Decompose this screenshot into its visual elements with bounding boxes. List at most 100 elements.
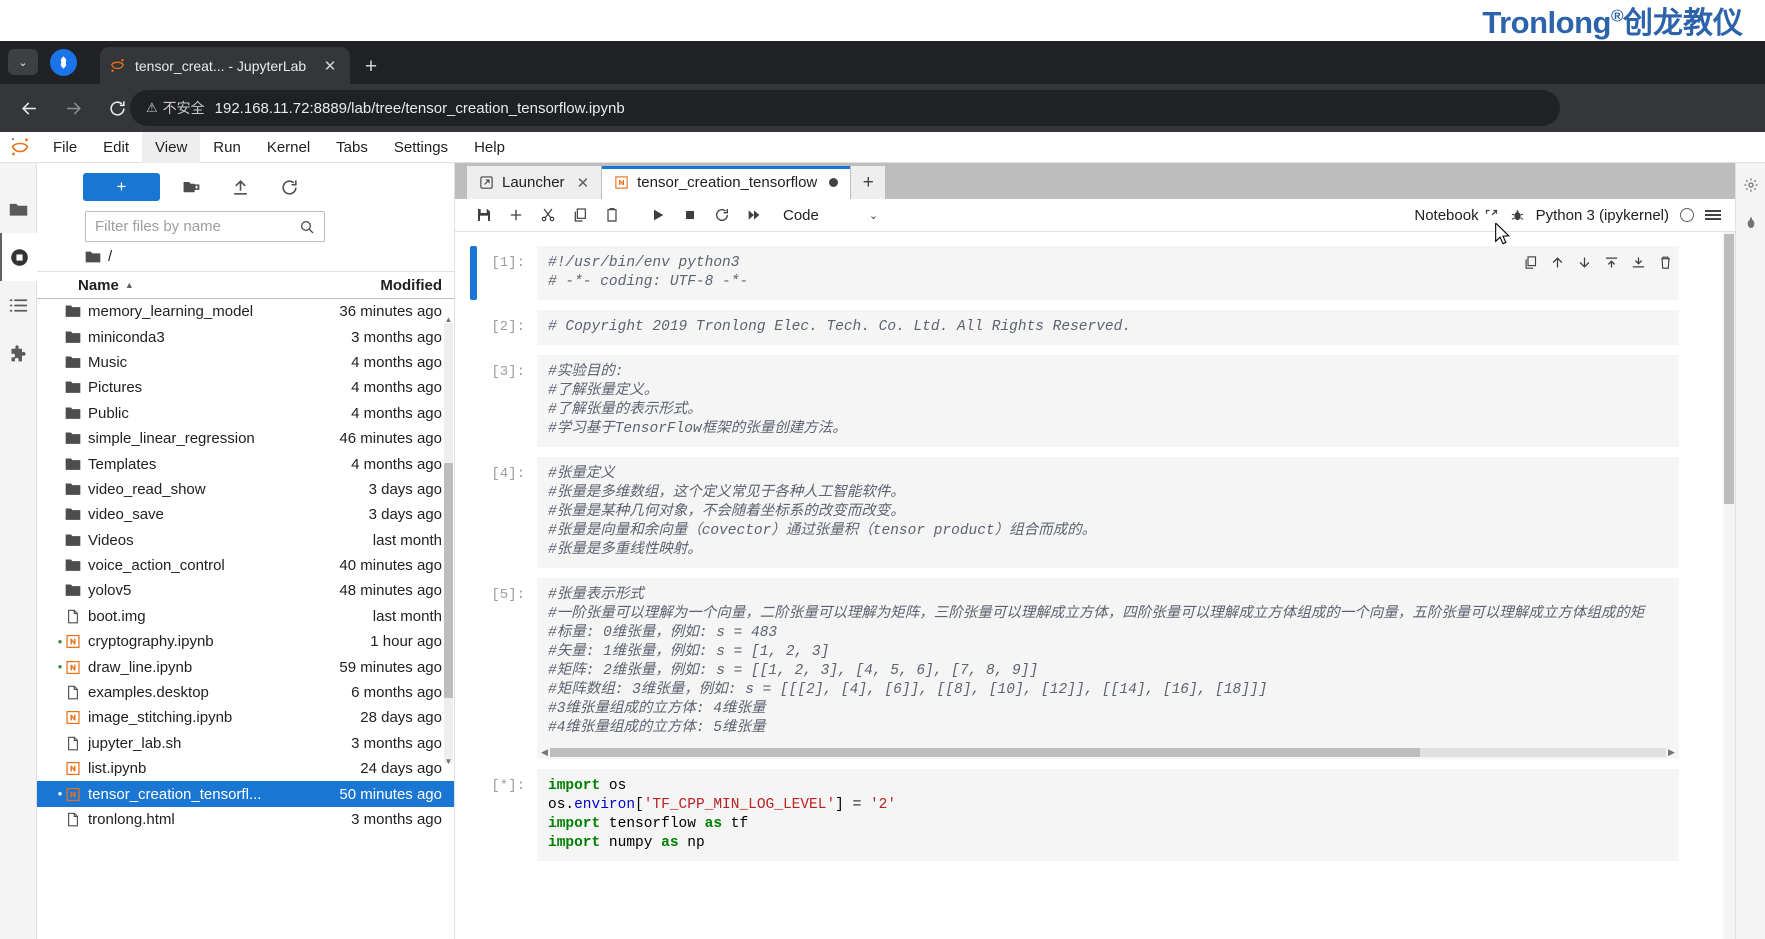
scroll-right-arrow-icon[interactable]: ▶ xyxy=(1666,747,1677,758)
notebook-cell[interactable]: [5]: #张量表示形式 #一阶张量可以理解为一个向量，二阶张量可以理解为矩阵，三… xyxy=(455,578,1735,759)
save-icon[interactable] xyxy=(469,202,499,229)
duplicate-icon[interactable] xyxy=(1518,250,1542,274)
kernel-status-idle-icon[interactable] xyxy=(1680,208,1694,222)
file-list-item[interactable]: tronlong.html 3 months ago xyxy=(37,807,454,832)
menu-run[interactable]: Run xyxy=(200,132,254,163)
menu-settings[interactable]: Settings xyxy=(381,132,461,163)
notebook-scrollbar-thumb[interactable] xyxy=(1724,234,1734,504)
debugger-panel-icon[interactable] xyxy=(1743,215,1759,231)
browser-tab[interactable]: tensor_creat... - JupyterLab ✕ xyxy=(100,47,350,84)
browser-tab-close-icon[interactable]: ✕ xyxy=(319,55,341,77)
stop-kernel-icon[interactable] xyxy=(675,202,705,229)
notebook-cell[interactable]: [1]: #!/usr/bin/env python3 # -*- coding:… xyxy=(455,246,1735,300)
notebook-cell[interactable]: [3]: #实验目的: #了解张量定义。 #了解张量的表示形式。 #学习基于Ten… xyxy=(455,355,1735,447)
run-cell-icon[interactable] xyxy=(643,202,673,229)
insert-below-icon[interactable] xyxy=(1626,250,1650,274)
file-list-item[interactable]: Pictures 4 months ago xyxy=(37,375,454,400)
file-list[interactable]: memory_learning_model 36 minutes ago minic… xyxy=(37,299,454,939)
file-list-item[interactable]: Templates 4 months ago xyxy=(37,451,454,476)
hscroll-thumb[interactable] xyxy=(550,748,1421,757)
restart-run-all-icon[interactable] xyxy=(739,202,769,229)
notebook-cell[interactable]: [*]: import os os.environ['TF_CPP_MIN_LOG… xyxy=(455,769,1735,861)
file-list-item[interactable]: image_stitching.ipynb 28 days ago xyxy=(37,705,454,730)
file-list-item[interactable]: examples.desktop 6 months ago xyxy=(37,680,454,705)
file-list-item[interactable]: • draw_line.ipynb 59 minutes ago xyxy=(37,654,454,679)
scroll-up-arrow-icon[interactable]: ▲ xyxy=(444,313,453,325)
move-up-icon[interactable] xyxy=(1545,250,1569,274)
cell-collapser[interactable] xyxy=(470,578,477,759)
file-list-item[interactable]: miniconda3 3 months ago xyxy=(37,324,454,349)
notebook-cell[interactable]: [4]: #张量定义 #张量是多维数组，这个定义常见于各种人工智能软件。 #张量是… xyxy=(455,457,1735,568)
hamburger-icon[interactable] xyxy=(1705,209,1721,221)
debugger-toggle[interactable] xyxy=(1510,208,1525,223)
menu-kernel[interactable]: Kernel xyxy=(254,132,323,163)
file-list-item[interactable]: Public 4 months ago xyxy=(37,401,454,426)
menu-help[interactable]: Help xyxy=(461,132,518,163)
file-list-item[interactable]: list.ipynb 24 days ago xyxy=(37,756,454,781)
sidebar-item-file-browser[interactable] xyxy=(0,185,37,233)
forward-arrow-icon[interactable] xyxy=(54,89,92,127)
tab-launcher-close-icon[interactable]: ✕ xyxy=(577,174,590,192)
cell-source[interactable]: #张量定义 #张量是多维数组，这个定义常见于各种人工智能软件。 #张量是某种几何… xyxy=(537,457,1679,568)
copy-icon[interactable] xyxy=(565,202,595,229)
scroll-down-arrow-icon[interactable]: ▼ xyxy=(444,755,453,767)
notebook-cell[interactable]: [2]: # Copyright 2019 Tronlong Elec. Tech… xyxy=(455,310,1735,345)
back-arrow-icon[interactable] xyxy=(10,89,48,127)
refresh-icon[interactable] xyxy=(272,173,307,202)
column-header-name[interactable]: Name ▲ xyxy=(78,277,342,294)
new-tab-button[interactable]: + xyxy=(358,54,384,80)
menu-view[interactable]: View xyxy=(142,132,201,163)
insert-cell-icon[interactable] xyxy=(501,202,531,229)
new-folder-icon[interactable] xyxy=(174,173,209,202)
file-list-item[interactable]: voice_action_control 40 minutes ago xyxy=(37,553,454,578)
cell-collapser[interactable] xyxy=(470,246,477,300)
cell-collapser[interactable] xyxy=(470,769,477,861)
cell-source[interactable]: #张量表示形式 #一阶张量可以理解为一个向量，二阶张量可以理解为矩阵，三阶张量可… xyxy=(537,578,1679,746)
cell-type-select[interactable]: Code ⌄ xyxy=(783,207,878,224)
menu-tabs[interactable]: Tabs xyxy=(323,132,381,163)
paste-icon[interactable] xyxy=(597,202,627,229)
address-bar[interactable]: ⚠ 不安全 192.168.11.72:8889/lab/tree/tensor… xyxy=(130,90,1560,126)
cell-horizontal-scrollbar[interactable]: ◀ ▶ xyxy=(537,746,1679,759)
sidebar-item-table-of-contents[interactable] xyxy=(0,281,37,329)
file-list-item[interactable]: video_save 3 days ago xyxy=(37,502,454,527)
menu-file[interactable]: File xyxy=(40,132,90,163)
cell-collapser[interactable] xyxy=(470,310,477,345)
file-list-item[interactable]: simple_linear_regression 46 minutes ago xyxy=(37,426,454,451)
filter-files-input[interactable] xyxy=(95,218,299,235)
delete-icon[interactable] xyxy=(1653,250,1677,274)
notebook-mode-button[interactable]: Notebook xyxy=(1414,207,1498,224)
file-list-item[interactable]: yolov5 48 minutes ago xyxy=(37,578,454,603)
add-dock-tab-button[interactable]: + xyxy=(851,166,886,199)
notebook-scroll-area[interactable]: [1]: #!/usr/bin/env python3 # -*- coding:… xyxy=(455,232,1735,939)
file-list-item[interactable]: boot.img last month xyxy=(37,604,454,629)
kernel-name-button[interactable]: Python 3 (ipykernel) xyxy=(1536,207,1669,224)
cut-icon[interactable] xyxy=(533,202,563,229)
cell-collapser[interactable] xyxy=(470,457,477,568)
insecure-indicator[interactable]: ⚠ 不安全 xyxy=(146,98,205,118)
sidebar-item-extension-manager[interactable] xyxy=(0,329,37,377)
scroll-left-arrow-icon[interactable]: ◀ xyxy=(539,747,550,758)
file-list-item[interactable]: jupyter_lab.sh 3 months ago xyxy=(37,731,454,756)
file-filter-box[interactable] xyxy=(85,211,325,242)
file-list-item[interactable]: • cryptography.ipynb 1 hour ago xyxy=(37,629,454,654)
property-inspector-icon[interactable] xyxy=(1743,177,1759,193)
cell-source[interactable]: #实验目的: #了解张量定义。 #了解张量的表示形式。 #学习基于TensorF… xyxy=(537,355,1679,447)
cell-collapser[interactable] xyxy=(470,355,477,447)
file-list-scrollbar-thumb[interactable] xyxy=(444,463,453,698)
insert-above-icon[interactable] xyxy=(1599,250,1623,274)
restart-kernel-icon[interactable] xyxy=(707,202,737,229)
menu-edit[interactable]: Edit xyxy=(90,132,142,163)
browser-profile-badge-icon[interactable] xyxy=(50,49,77,76)
file-list-item[interactable]: Music 4 months ago xyxy=(37,350,454,375)
file-list-item[interactable]: video_read_show 3 days ago xyxy=(37,477,454,502)
tab-search-chevron-icon[interactable]: ⌄ xyxy=(8,49,38,75)
cell-source[interactable]: #!/usr/bin/env python3 # -*- coding: UTF… xyxy=(537,246,1679,300)
hscroll-track[interactable] xyxy=(550,748,1666,757)
breadcrumb[interactable]: / xyxy=(37,242,454,271)
move-down-icon[interactable] xyxy=(1572,250,1596,274)
file-list-item[interactable]: • tensor_creation_tensorfl... 50 minutes a… xyxy=(37,781,454,807)
tab-launcher[interactable]: Launcher ✕ xyxy=(467,166,603,199)
file-list-item[interactable]: memory_learning_model 36 minutes ago xyxy=(37,299,454,324)
sidebar-item-running-terminals[interactable] xyxy=(0,233,37,281)
